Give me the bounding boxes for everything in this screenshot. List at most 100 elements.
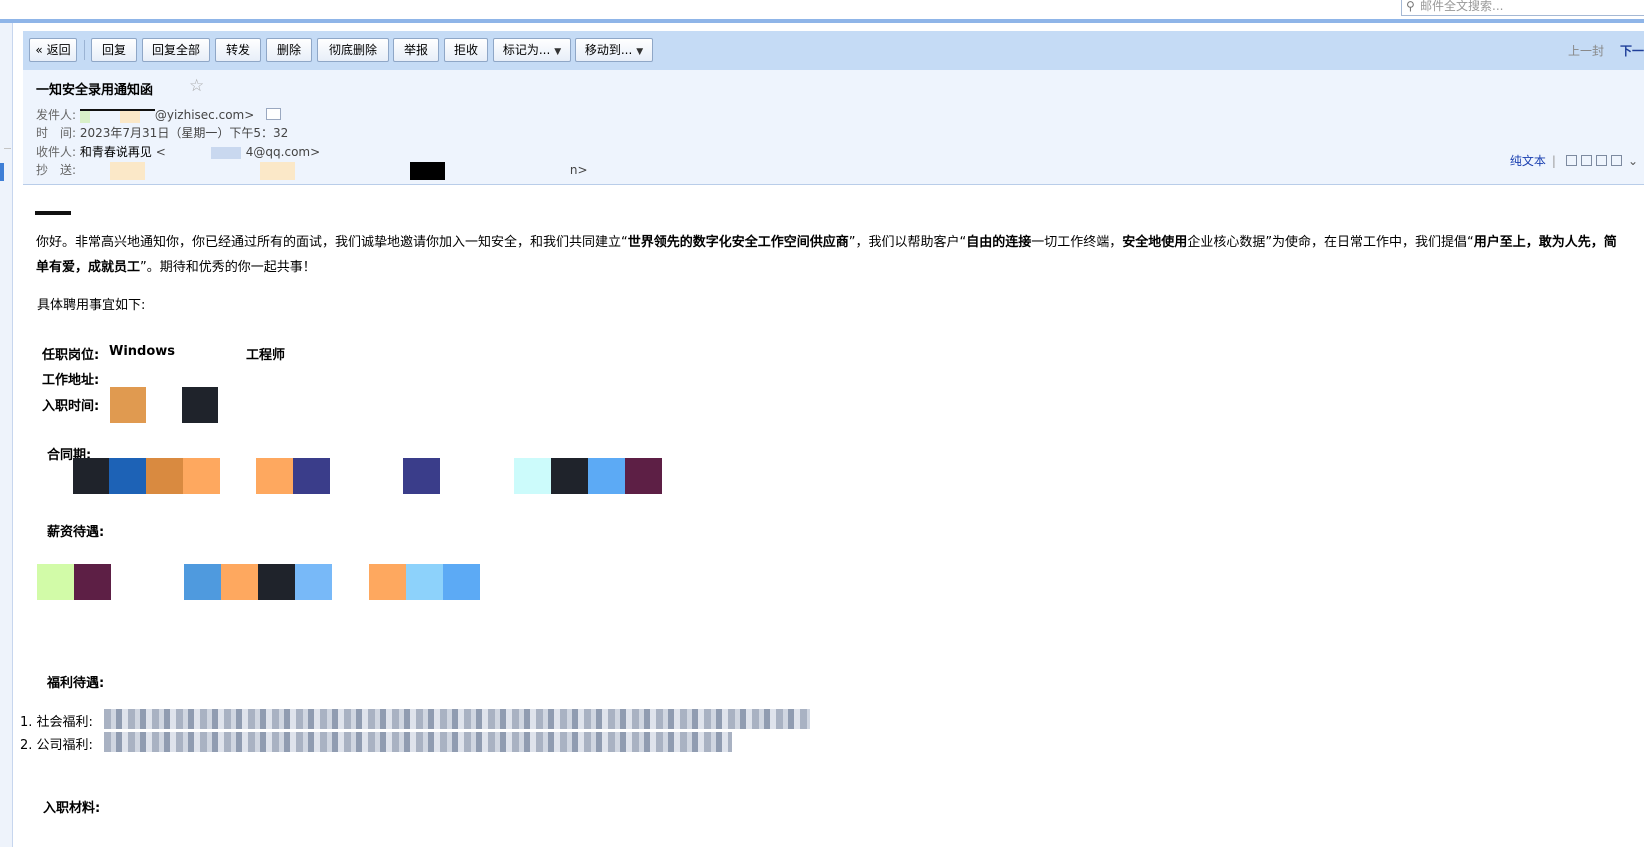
benefits-label: 福利待遇: bbox=[47, 676, 105, 691]
redacted-block bbox=[369, 564, 406, 600]
mark-as-label: 标记为... bbox=[502, 43, 551, 57]
chevron-down-icon: ▼ bbox=[554, 47, 562, 57]
sender-row: 发件人: @yizhisec.com> bbox=[36, 106, 282, 123]
mark-as-dropdown[interactable]: 标记为... ▼ bbox=[493, 38, 571, 62]
redacted-block bbox=[221, 564, 258, 600]
intro-bold-1: 世界领先的数字化安全工作空间供应商 bbox=[627, 235, 849, 250]
move-to-dropdown[interactable]: 移动到... ▼ bbox=[575, 38, 653, 62]
intro-text-1: 。非常高兴地通知你，你已经通过所有的面试，我们诚挚地邀请你加入一知安全，和我们共… bbox=[62, 235, 628, 250]
redacted-block bbox=[551, 458, 588, 494]
blurred-benefit-text bbox=[104, 732, 732, 752]
redacted-block bbox=[588, 458, 625, 494]
details-title: 具体聘用事宜如下: bbox=[37, 298, 146, 313]
move-to-label: 移动到... bbox=[584, 43, 633, 57]
search-icon: ⚲ bbox=[1406, 0, 1415, 13]
recipient-bracket: < bbox=[155, 145, 166, 159]
blurred-benefit-text bbox=[104, 709, 810, 729]
location-label: 工作地址: bbox=[42, 373, 100, 388]
greeting-text: 你好 bbox=[36, 235, 63, 250]
next-mail-link[interactable]: 下一封 bbox=[1620, 42, 1644, 59]
chevron-down-icon[interactable]: ⌄ bbox=[1628, 154, 1638, 168]
redacted-recipient-address bbox=[165, 146, 246, 159]
prev-mail-link[interactable]: 上一封 bbox=[1568, 42, 1604, 59]
redacted-block bbox=[110, 387, 146, 423]
redacted-name-bar bbox=[35, 211, 71, 215]
redacted-block bbox=[443, 564, 480, 600]
redacted-block bbox=[256, 458, 293, 494]
redacted-block bbox=[406, 564, 443, 600]
intro-text-2: ”，我们以帮助客户“ bbox=[848, 235, 967, 250]
header-actions: 纯文本 | ⌄ bbox=[1510, 152, 1638, 169]
redacted-block bbox=[183, 458, 220, 494]
recipient-address[interactable]: 4@qq.com> bbox=[246, 145, 320, 159]
intro-text-4: 企业核心数据”为使命，在日常工作中，我们提倡“ bbox=[1187, 235, 1474, 250]
position-value-2: 工程师 bbox=[246, 348, 286, 363]
redacted-sender-name bbox=[79, 108, 155, 123]
redacted-block bbox=[514, 458, 551, 494]
benefit-company: 2. 公司福利: bbox=[20, 738, 93, 753]
redacted-block bbox=[73, 458, 109, 494]
redacted-block bbox=[625, 458, 662, 494]
position-label: 任职岗位: bbox=[42, 348, 100, 363]
actions-separator: | bbox=[1551, 154, 1556, 168]
rail-divider bbox=[4, 148, 11, 149]
top-strip bbox=[0, 0, 1644, 20]
time-row: 时 间: 2023年7月31日（星期一）下午5：32 bbox=[36, 124, 288, 141]
cc-value[interactable]: n> bbox=[570, 163, 588, 177]
recipient-label: 收件人: bbox=[36, 145, 77, 159]
intro-bold-2: 自由的连接 bbox=[966, 235, 1032, 250]
plain-text-link[interactable]: 纯文本 bbox=[1510, 154, 1546, 168]
salary-label: 薪资待遇: bbox=[47, 525, 105, 540]
intro-paragraph: 你好。非常高兴地通知你，你已经通过所有的面试，我们诚挚地邀请你加入一知安全，和我… bbox=[36, 230, 1626, 280]
redacted-block bbox=[295, 564, 332, 600]
intro-text-3: 一切工作终端， bbox=[1031, 235, 1123, 250]
new-window-icon[interactable] bbox=[1565, 155, 1577, 166]
mail-toolbar: « 返回 回复 回复全部 转发 删除 彻底删除 举报 拒收 标记为... ▼ 移动… bbox=[23, 31, 1644, 71]
redacted-block bbox=[182, 387, 218, 423]
save-icon[interactable] bbox=[1595, 155, 1607, 166]
cc-label: 抄 送: bbox=[36, 163, 77, 177]
chevron-down-icon: ▼ bbox=[636, 47, 644, 57]
redacted-block bbox=[184, 564, 221, 600]
start-date-label: 入职时间: bbox=[42, 399, 100, 414]
benefit-social: 1. 社会福利: bbox=[20, 715, 93, 730]
star-icon[interactable]: ☆ bbox=[189, 76, 204, 96]
redacted-block bbox=[258, 564, 295, 600]
redacted-block bbox=[37, 564, 74, 600]
search-placeholder: 邮件全文搜索... bbox=[1420, 0, 1504, 13]
intro-text-5: ”。期待和优秀的你一起共事！ bbox=[140, 260, 316, 275]
contact-card-icon[interactable] bbox=[266, 108, 282, 120]
reply-all-button[interactable]: 回复全部 bbox=[142, 38, 210, 62]
back-button[interactable]: « 返回 bbox=[29, 38, 77, 62]
materials-label: 入职材料: bbox=[43, 801, 101, 816]
redacted-block bbox=[146, 458, 183, 494]
redacted-block bbox=[403, 458, 440, 494]
report-button[interactable]: 举报 bbox=[393, 38, 439, 62]
recipient-name[interactable]: 和青春说再见 bbox=[80, 145, 152, 159]
intro-bold-3: 安全地使用 bbox=[1122, 235, 1188, 250]
time-label: 时 间: bbox=[36, 126, 77, 140]
rail-selected-marker bbox=[0, 163, 4, 181]
reject-button[interactable]: 拒收 bbox=[444, 38, 488, 62]
mail-header: 一知安全录用通知函 ☆ 发件人: @yizhisec.com> 时 间: 202… bbox=[23, 70, 1644, 185]
top-divider bbox=[0, 19, 1644, 23]
time-value: 2023年7月31日（星期一）下午5：32 bbox=[79, 126, 289, 140]
redacted-block bbox=[74, 564, 111, 600]
toolbar-separator bbox=[84, 40, 85, 60]
redacted-cc-list bbox=[79, 161, 570, 180]
mail-body: 你好。非常高兴地通知你，你已经通过所有的面试，我们诚挚地邀请你加入一知安全，和我… bbox=[0, 185, 1644, 847]
forward-button[interactable]: 转发 bbox=[215, 38, 261, 62]
mail-search-input[interactable]: ⚲ 邮件全文搜索... bbox=[1401, 0, 1644, 16]
redacted-block bbox=[109, 458, 146, 494]
position-value-1: Windows bbox=[109, 344, 176, 359]
delete-forever-button[interactable]: 彻底删除 bbox=[317, 38, 389, 62]
delete-button[interactable]: 删除 bbox=[266, 38, 312, 62]
redacted-block bbox=[293, 458, 330, 494]
sender-address[interactable]: @yizhisec.com> bbox=[155, 108, 254, 122]
mail-subject: 一知安全录用通知函 bbox=[36, 83, 154, 98]
recipient-row: 收件人: 和青春说再见 <4@qq.com> bbox=[36, 143, 320, 160]
print-icon[interactable] bbox=[1610, 155, 1622, 166]
sender-label: 发件人: bbox=[36, 108, 77, 122]
copy-icon[interactable] bbox=[1580, 155, 1592, 166]
reply-button[interactable]: 回复 bbox=[91, 38, 137, 62]
